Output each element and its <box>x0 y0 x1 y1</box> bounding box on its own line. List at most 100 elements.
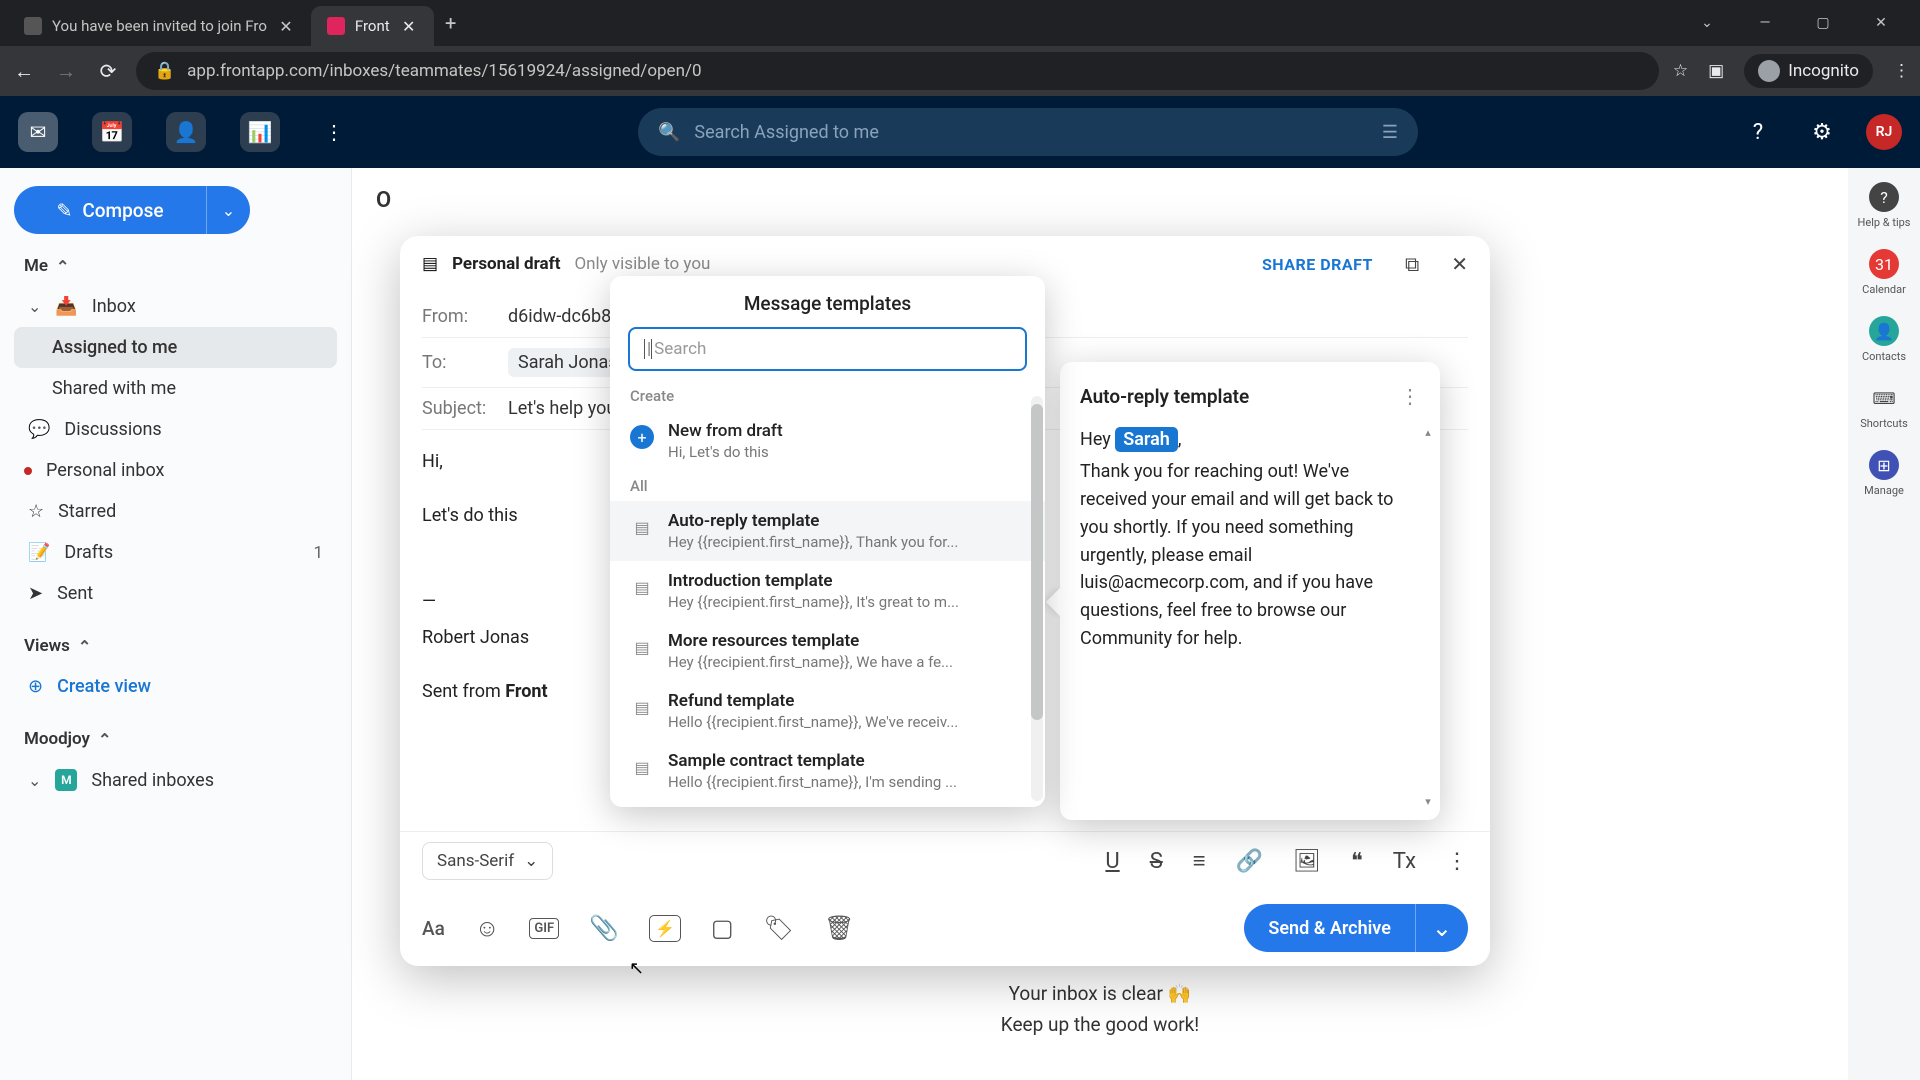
calendar-icon: 31 <box>1869 249 1899 279</box>
tabs-dropdown-icon[interactable]: ⌄ <box>1692 15 1722 31</box>
sidebar-item-shared[interactable]: Shared with me <box>14 368 337 409</box>
help-icon[interactable]: ? <box>1738 112 1778 152</box>
sidebar-item-sent[interactable]: ➤ Sent <box>14 573 337 614</box>
rail-manage[interactable]: ⊞ Manage <box>1864 450 1904 497</box>
templates-button[interactable]: ⚡ <box>649 915 681 942</box>
section-moodjoy[interactable]: Moodjoy ⌃ <box>24 729 337 749</box>
templates-title: Message templates <box>610 276 1045 327</box>
back-button[interactable]: ← <box>10 57 38 85</box>
template-item[interactable]: ▤ Sample contract template Hello {{recip… <box>610 741 1045 801</box>
share-draft-button[interactable]: SHARE DRAFT <box>1262 255 1373 274</box>
create-view-button[interactable]: ⊕ Create view <box>14 666 337 707</box>
send-chevron[interactable]: ⌄ <box>1415 904 1468 952</box>
template-item[interactable]: ▤ Introduction template Hey {{recipient.… <box>610 561 1045 621</box>
image-icon[interactable]: 🖼 <box>1293 849 1321 874</box>
close-icon[interactable]: ✕ <box>400 17 418 35</box>
document-icon: ▤ <box>422 254 438 274</box>
minimize-button[interactable]: — <box>1750 15 1780 31</box>
template-item[interactable]: ▤ More resources template Hey {{recipien… <box>610 621 1045 681</box>
section-me[interactable]: Me ⌃ <box>24 256 337 276</box>
quote-icon[interactable]: ❝ <box>1351 849 1363 874</box>
rail-calendar[interactable]: 31 Calendar <box>1862 249 1906 296</box>
avatar[interactable]: RJ <box>1866 114 1902 150</box>
delete-button[interactable]: 🗑 <box>824 914 854 942</box>
template-item[interactable]: ▤ Auto-reply template Hey {{recipient.fi… <box>610 501 1045 561</box>
sidebar-item-starred[interactable]: ☆ Starred <box>14 491 337 532</box>
forward-button[interactable]: → <box>52 57 80 85</box>
emoji-button[interactable]: ☺ <box>475 914 500 943</box>
analytics-icon[interactable]: 📊 <box>240 112 280 152</box>
attach-button[interactable]: 📎 <box>589 914 619 942</box>
sidebar-item-drafts[interactable]: 📝 Drafts 1 <box>14 532 337 573</box>
sidebar-item-assigned[interactable]: Assigned to me <box>14 327 337 368</box>
template-icon: ▤ <box>630 575 654 599</box>
maximize-button[interactable]: ▢ <box>1808 15 1838 31</box>
inbox-icon[interactable]: ✉ <box>18 112 58 152</box>
scroll-up-icon[interactable]: ▴ <box>1422 426 1434 439</box>
strike-icon[interactable]: S <box>1150 849 1163 874</box>
search-icon: 🔍 <box>658 122 680 143</box>
browser-tab-active[interactable]: Front ✕ <box>311 6 434 46</box>
bookmark-icon[interactable]: ☆ <box>1673 61 1688 81</box>
rail-help[interactable]: ? Help & tips <box>1858 182 1911 229</box>
new-from-draft-button[interactable]: + New from draft Hi, Let's do this <box>610 411 1045 471</box>
scrollbar[interactable]: ▴ ▾ <box>1422 426 1434 808</box>
sidebar-item-shared-inboxes[interactable]: ⌄ M Shared inboxes <box>14 759 337 801</box>
right-rail: ? Help & tips 31 Calendar 👤 Contacts ⌨ S… <box>1848 168 1920 1080</box>
sidebar-item-personal[interactable]: Personal inbox <box>14 450 337 491</box>
templates-search-input[interactable]: |Search <box>628 327 1027 371</box>
settings-icon[interactable]: ⚙ <box>1802 112 1842 152</box>
link-icon[interactable]: 🔗 <box>1236 849 1263 874</box>
send-archive-button[interactable]: Send & Archive ⌄ <box>1244 904 1468 952</box>
tag-button[interactable]: 🏷 <box>764 914 794 942</box>
contacts-icon[interactable]: 👤 <box>166 112 206 152</box>
section-views[interactable]: Views ⌃ <box>24 636 337 656</box>
scroll-down-icon[interactable]: ▾ <box>1422 795 1434 808</box>
chevron-up-icon: ⌃ <box>98 730 111 749</box>
help-icon: ? <box>1869 182 1899 212</box>
more-icon[interactable]: ⋮ <box>314 112 354 152</box>
scroll-thumb[interactable] <box>1031 404 1043 720</box>
variable-token: Sarah <box>1115 427 1178 452</box>
compose-button[interactable]: ✎ Compose ⌄ <box>14 186 250 234</box>
shared-badge-icon: M <box>55 769 77 791</box>
incognito-badge: Incognito <box>1744 54 1873 88</box>
compose-chevron[interactable]: ⌄ <box>206 186 250 234</box>
template-item[interactable]: ▤ Refund template Hello {{recipient.firs… <box>610 681 1045 741</box>
scrollbar[interactable] <box>1031 396 1043 801</box>
schedule-button[interactable]: ▢ <box>711 914 734 942</box>
rail-contacts[interactable]: 👤 Contacts <box>1862 316 1906 363</box>
gif-button[interactable]: GIF <box>529 918 559 939</box>
more-icon[interactable]: ⋮ <box>1400 384 1420 408</box>
app-header: ✉ 📅 👤 📊 ⋮ 🔍 Search Assigned to me ☰ ? ⚙ … <box>0 96 1920 168</box>
list-icon[interactable]: ≡ <box>1193 848 1206 874</box>
popout-icon[interactable]: ⧉ <box>1405 252 1419 276</box>
sidebar-item-discussions[interactable]: 💬 Discussions <box>14 409 337 450</box>
template-icon: ▤ <box>630 635 654 659</box>
from-value[interactable]: d6idw-dc6b81 <box>508 306 621 327</box>
extensions-icon[interactable]: ▣ <box>1708 61 1724 81</box>
browser-menu-icon[interactable]: ⋮ <box>1893 61 1910 81</box>
subject-input[interactable]: Let's help you <box>508 398 616 419</box>
close-icon[interactable]: ✕ <box>1451 252 1468 276</box>
close-window-button[interactable]: ✕ <box>1866 15 1896 31</box>
font-select[interactable]: Sans-Serif ⌄ <box>422 842 553 880</box>
format-toolbar: Sans-Serif ⌄ U S ≡ 🔗 🖼 ❝ Tx ⋮ <box>400 831 1490 890</box>
browser-tab[interactable]: You have been invited to join Fro ✕ <box>8 6 311 46</box>
template-preview: Auto-reply template ⋮ Hey Sarah, Thank y… <box>1060 362 1440 820</box>
sidebar-item-inbox[interactable]: ⌄ 📥 Inbox <box>14 286 337 327</box>
filter-icon[interactable]: ☰ <box>1382 122 1398 143</box>
reload-button[interactable]: ⟳ <box>94 57 122 85</box>
more-icon[interactable]: ⋮ <box>1446 849 1468 874</box>
rail-shortcuts[interactable]: ⌨ Shortcuts <box>1860 383 1908 430</box>
clear-format-icon[interactable]: Tx <box>1393 849 1416 874</box>
calendar-icon[interactable]: 📅 <box>92 112 132 152</box>
search-input[interactable]: 🔍 Search Assigned to me ☰ <box>638 108 1418 156</box>
tab-favicon-icon <box>327 17 345 35</box>
compose-icon: ✎ <box>56 199 72 222</box>
text-style-button[interactable]: Aa <box>422 917 445 940</box>
underline-icon[interactable]: U <box>1105 849 1119 874</box>
url-input[interactable]: 🔒 app.frontapp.com/inboxes/teammates/156… <box>136 52 1659 90</box>
close-icon[interactable]: ✕ <box>277 17 295 35</box>
new-tab-button[interactable]: + <box>434 6 468 40</box>
